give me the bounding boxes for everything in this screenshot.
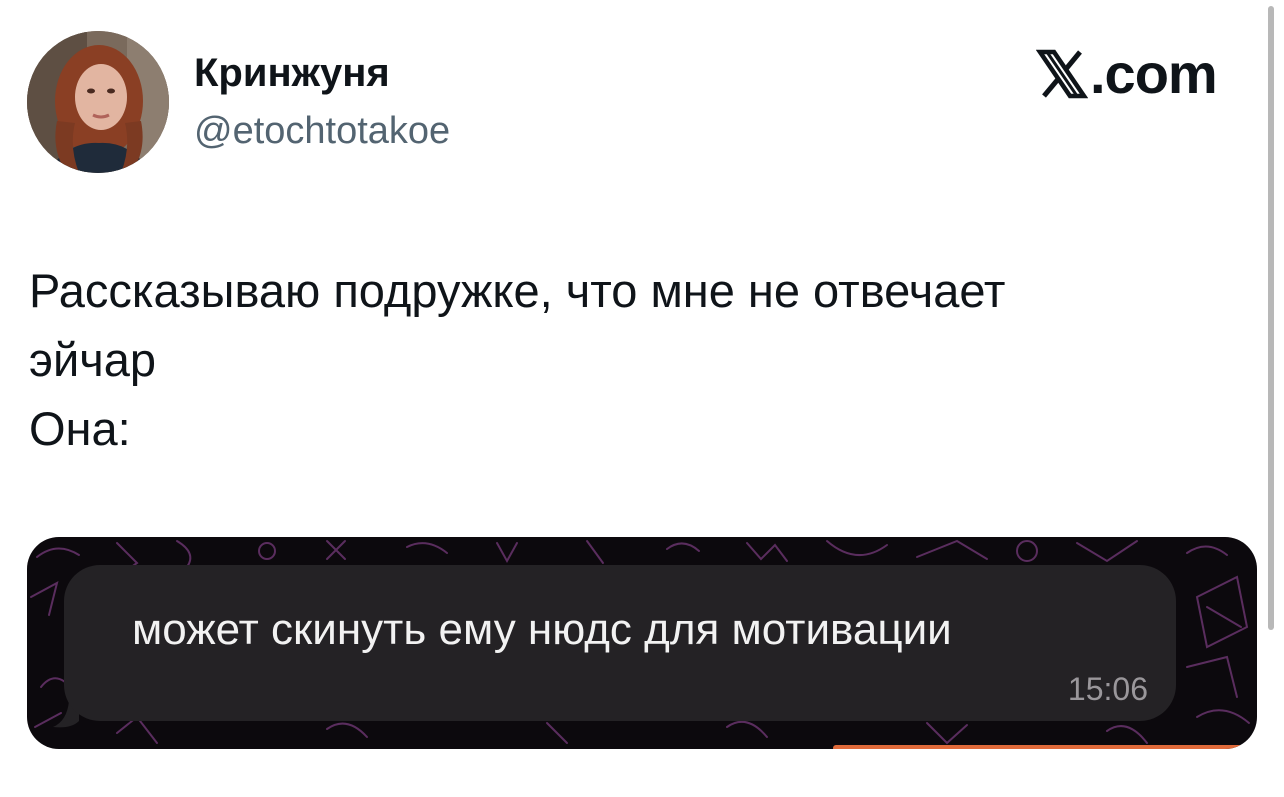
- tweet-text: Рассказываю подружке, что мне не отвечае…: [29, 256, 1249, 463]
- avatar-image: [27, 31, 169, 173]
- tweet-line: эйчар: [29, 333, 157, 386]
- display-name[interactable]: Кринжуня: [194, 50, 390, 96]
- brand-logo: .com: [1036, 42, 1218, 105]
- tweet-line: Она:: [29, 402, 131, 455]
- tweet-line: Рассказываю подружке, что мне не отвечае…: [29, 264, 1006, 317]
- message-text: может скинуть ему нюдс для мотивации: [132, 605, 952, 654]
- brand-domain: .com: [1090, 42, 1218, 105]
- message-bubble[interactable]: может скинуть ему нюдс для мотивации 15:…: [64, 565, 1176, 721]
- avatar[interactable]: [27, 31, 169, 173]
- x-logo-icon: [1036, 49, 1088, 99]
- scrollbar[interactable]: [1268, 6, 1274, 630]
- tweet-media[interactable]: может скинуть ему нюдс для мотивации 15:…: [27, 537, 1257, 749]
- message-timestamp: 15:06: [1067, 671, 1148, 707]
- user-handle[interactable]: @etochtotakoe: [194, 108, 450, 154]
- reply-input-edge: [833, 745, 1243, 749]
